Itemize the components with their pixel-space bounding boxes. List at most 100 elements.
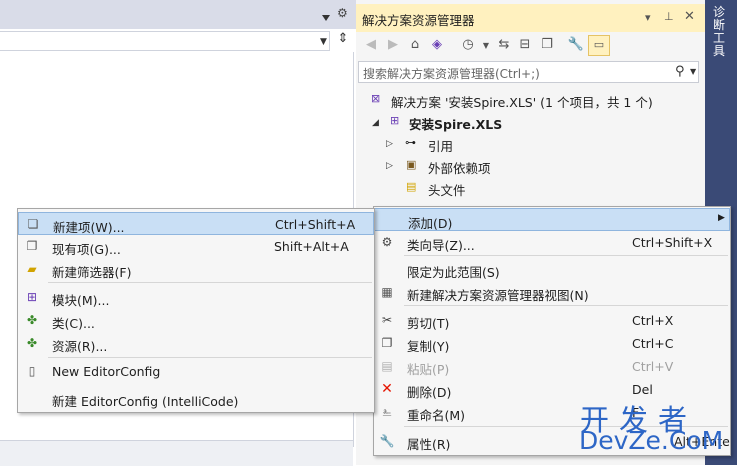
properties-wrench-icon[interactable]: 🔧 [566, 37, 586, 52]
collapse-triangle-icon[interactable]: ▷ [386, 139, 393, 149]
watermark-line2: DevZe.CoM [579, 426, 724, 455]
tree-item-header-files[interactable]: 头文件 [428, 180, 466, 199]
tree-item-solution[interactable]: 解决方案 '安装Spire.XLS' (1 个项目，共 1 个) [391, 92, 653, 111]
folder-icon: ▤ [406, 180, 417, 193]
menu-item-label: 属性(R) [407, 437, 451, 452]
project-icon: ⊞ [390, 114, 400, 127]
editor-status-area [0, 440, 353, 466]
copy-icon: ❐ [381, 336, 393, 350]
menu-separator [404, 305, 728, 306]
collapse-triangle-icon[interactable]: ▷ [386, 161, 393, 171]
document-icon: ▯ [28, 364, 36, 378]
submenu-item-new-editorconfig[interactable]: ▯ New EditorConfig [18, 360, 374, 383]
menu-item-label: 添加(D) [408, 216, 453, 231]
tree-item-project[interactable]: 安装Spire.XLS [409, 114, 502, 133]
gear-icon[interactable]: ⚙ [337, 6, 348, 20]
menu-separator [404, 255, 728, 256]
add-submenu: ❏ 新建项(W)... Ctrl+Shift+A ❐ 现有项(G)... Shi… [17, 208, 375, 413]
search-placeholder: 搜索解决方案资源管理器(Ctrl+;) [363, 67, 540, 81]
editor-tab-header [0, 0, 357, 29]
menu-item-label: 粘贴(P) [407, 362, 450, 377]
class-icon: ✤ [26, 313, 38, 327]
menu-item-shortcut: Ctrl+Shift+X [632, 235, 713, 250]
module-icon: ⊞ [26, 290, 38, 304]
back-icon[interactable]: ◀ [361, 37, 381, 52]
menu-item-label: 模块(M)... [52, 293, 110, 308]
history-icon[interactable]: ◷ [458, 37, 478, 52]
menu-item-scope-to-this[interactable]: 限定为此范围(S) [374, 258, 730, 281]
submenu-item-class[interactable]: ✤ 类(C)... [18, 309, 374, 332]
external-deps-icon: ▣ [406, 158, 417, 171]
submenu-arrow-icon: ▶ [718, 213, 725, 223]
delete-x-icon: ✕ [381, 381, 393, 397]
class-wizard-icon: ⚙ [381, 235, 393, 249]
pin-icon[interactable]: ⊥ [664, 10, 674, 23]
menu-item-label: 资源(R)... [52, 339, 108, 354]
expand-triangle-icon[interactable]: ◢ [372, 118, 379, 128]
submenu-item-existing-item[interactable]: ❐ 现有项(G)... Shift+Alt+A [18, 235, 374, 258]
chevron-down-icon[interactable]: ▼ [690, 67, 696, 76]
menu-item-cut[interactable]: ✂ 剪切(T) Ctrl+X [374, 309, 730, 332]
menu-item-shortcut: Ctrl+X [632, 313, 674, 328]
show-all-files-icon[interactable]: ❐ [537, 37, 557, 52]
paste-icon: ▤ [381, 359, 393, 373]
submenu-item-resource[interactable]: ✤ 资源(R)... [18, 332, 374, 355]
menu-item-shortcut: Ctrl+C [632, 336, 674, 351]
menu-item-shortcut: Ctrl+V [632, 359, 674, 374]
close-icon[interactable]: ✕ [684, 9, 695, 24]
menu-item-label: 类向导(Z)... [407, 238, 475, 253]
submenu-item-new-filter[interactable]: ▰ 新建筛选器(F) [18, 258, 374, 281]
menu-item-label: 复制(Y) [407, 339, 450, 354]
menu-item-label: 限定为此范围(S) [407, 265, 500, 280]
menu-item-label: 新建解决方案资源管理器视图(N) [407, 288, 589, 303]
menu-item-label: 删除(D) [407, 385, 452, 400]
existing-item-icon: ❐ [26, 239, 38, 253]
dropdown-arrow-icon[interactable]: ▾ [645, 11, 651, 24]
rename-icon: ⎁ [382, 405, 392, 419]
dropdown-arrow-icon[interactable]: ▼ [476, 41, 496, 50]
menu-item-add[interactable]: 添加(D) ▶ [374, 208, 730, 231]
new-item-icon: ❏ [27, 217, 39, 231]
wrench-icon: 🔧 [379, 434, 395, 448]
submenu-item-module[interactable]: ⊞ 模块(M)... [18, 286, 374, 309]
tree-item-references[interactable]: 引用 [428, 136, 453, 155]
references-icon: ⊶ [405, 136, 416, 149]
collapse-all-icon[interactable]: ⊟ [515, 37, 535, 52]
menu-item-class-wizard[interactable]: ⚙ 类向导(Z)... Ctrl+Shift+X [374, 231, 730, 254]
panel-title: 解决方案资源管理器 [362, 13, 475, 28]
menu-item-label: New EditorConfig [52, 364, 161, 379]
search-icon[interactable]: ⚲ [675, 64, 685, 79]
menu-item-label: 新建 EditorConfig (IntelliCode) [52, 394, 239, 409]
folder-icon: ▰ [27, 262, 37, 276]
switch-views-icon[interactable]: ◈ [427, 37, 447, 52]
tree-item-external-deps[interactable]: 外部依赖项 [428, 158, 491, 177]
menu-separator [48, 357, 372, 358]
menu-item-label: 新建筛选器(F) [52, 265, 132, 280]
navigation-combo[interactable] [0, 31, 330, 51]
sync-icon[interactable]: ⇆ [494, 37, 514, 52]
menu-item-paste: ▤ 粘贴(P) Ctrl+V [374, 355, 730, 378]
menu-item-label: 类(C)... [52, 316, 95, 331]
dropdown-arrow-icon[interactable] [322, 9, 330, 21]
new-view-icon: ▦ [381, 285, 393, 299]
split-icon[interactable]: ⇕ [333, 31, 353, 51]
menu-item-label: 重命名(M) [407, 408, 466, 423]
menu-separator [48, 282, 372, 283]
menu-item-shortcut: Del [632, 382, 653, 397]
home-icon[interactable]: ⌂ [405, 37, 425, 52]
forward-icon[interactable]: ▶ [383, 37, 403, 52]
menu-item-copy[interactable]: ❐ 复制(Y) Ctrl+C [374, 332, 730, 355]
submenu-item-new-editorconfig-intellicode[interactable]: 新建 EditorConfig (IntelliCode) [18, 387, 374, 410]
menu-item-shortcut: Shift+Alt+A [274, 239, 349, 254]
scissors-icon: ✂ [381, 313, 393, 327]
solution-icon: ⊠ [371, 92, 381, 105]
resource-icon: ✤ [26, 336, 38, 350]
menu-item-shortcut: Ctrl+Shift+A [275, 217, 356, 232]
diagnostic-tools-tab[interactable]: 诊断工具 [712, 6, 726, 58]
menu-item-label: 现有项(G)... [52, 242, 121, 257]
submenu-item-new-item[interactable]: ❏ 新建项(W)... Ctrl+Shift+A [18, 212, 374, 235]
chevron-down-icon[interactable]: ▼ [320, 37, 327, 47]
menu-item-label: 剪切(T) [407, 316, 450, 331]
menu-item-new-explorer-view[interactable]: ▦ 新建解决方案资源管理器视图(N) [374, 281, 730, 304]
menu-item-label: 新建项(W)... [53, 220, 125, 235]
